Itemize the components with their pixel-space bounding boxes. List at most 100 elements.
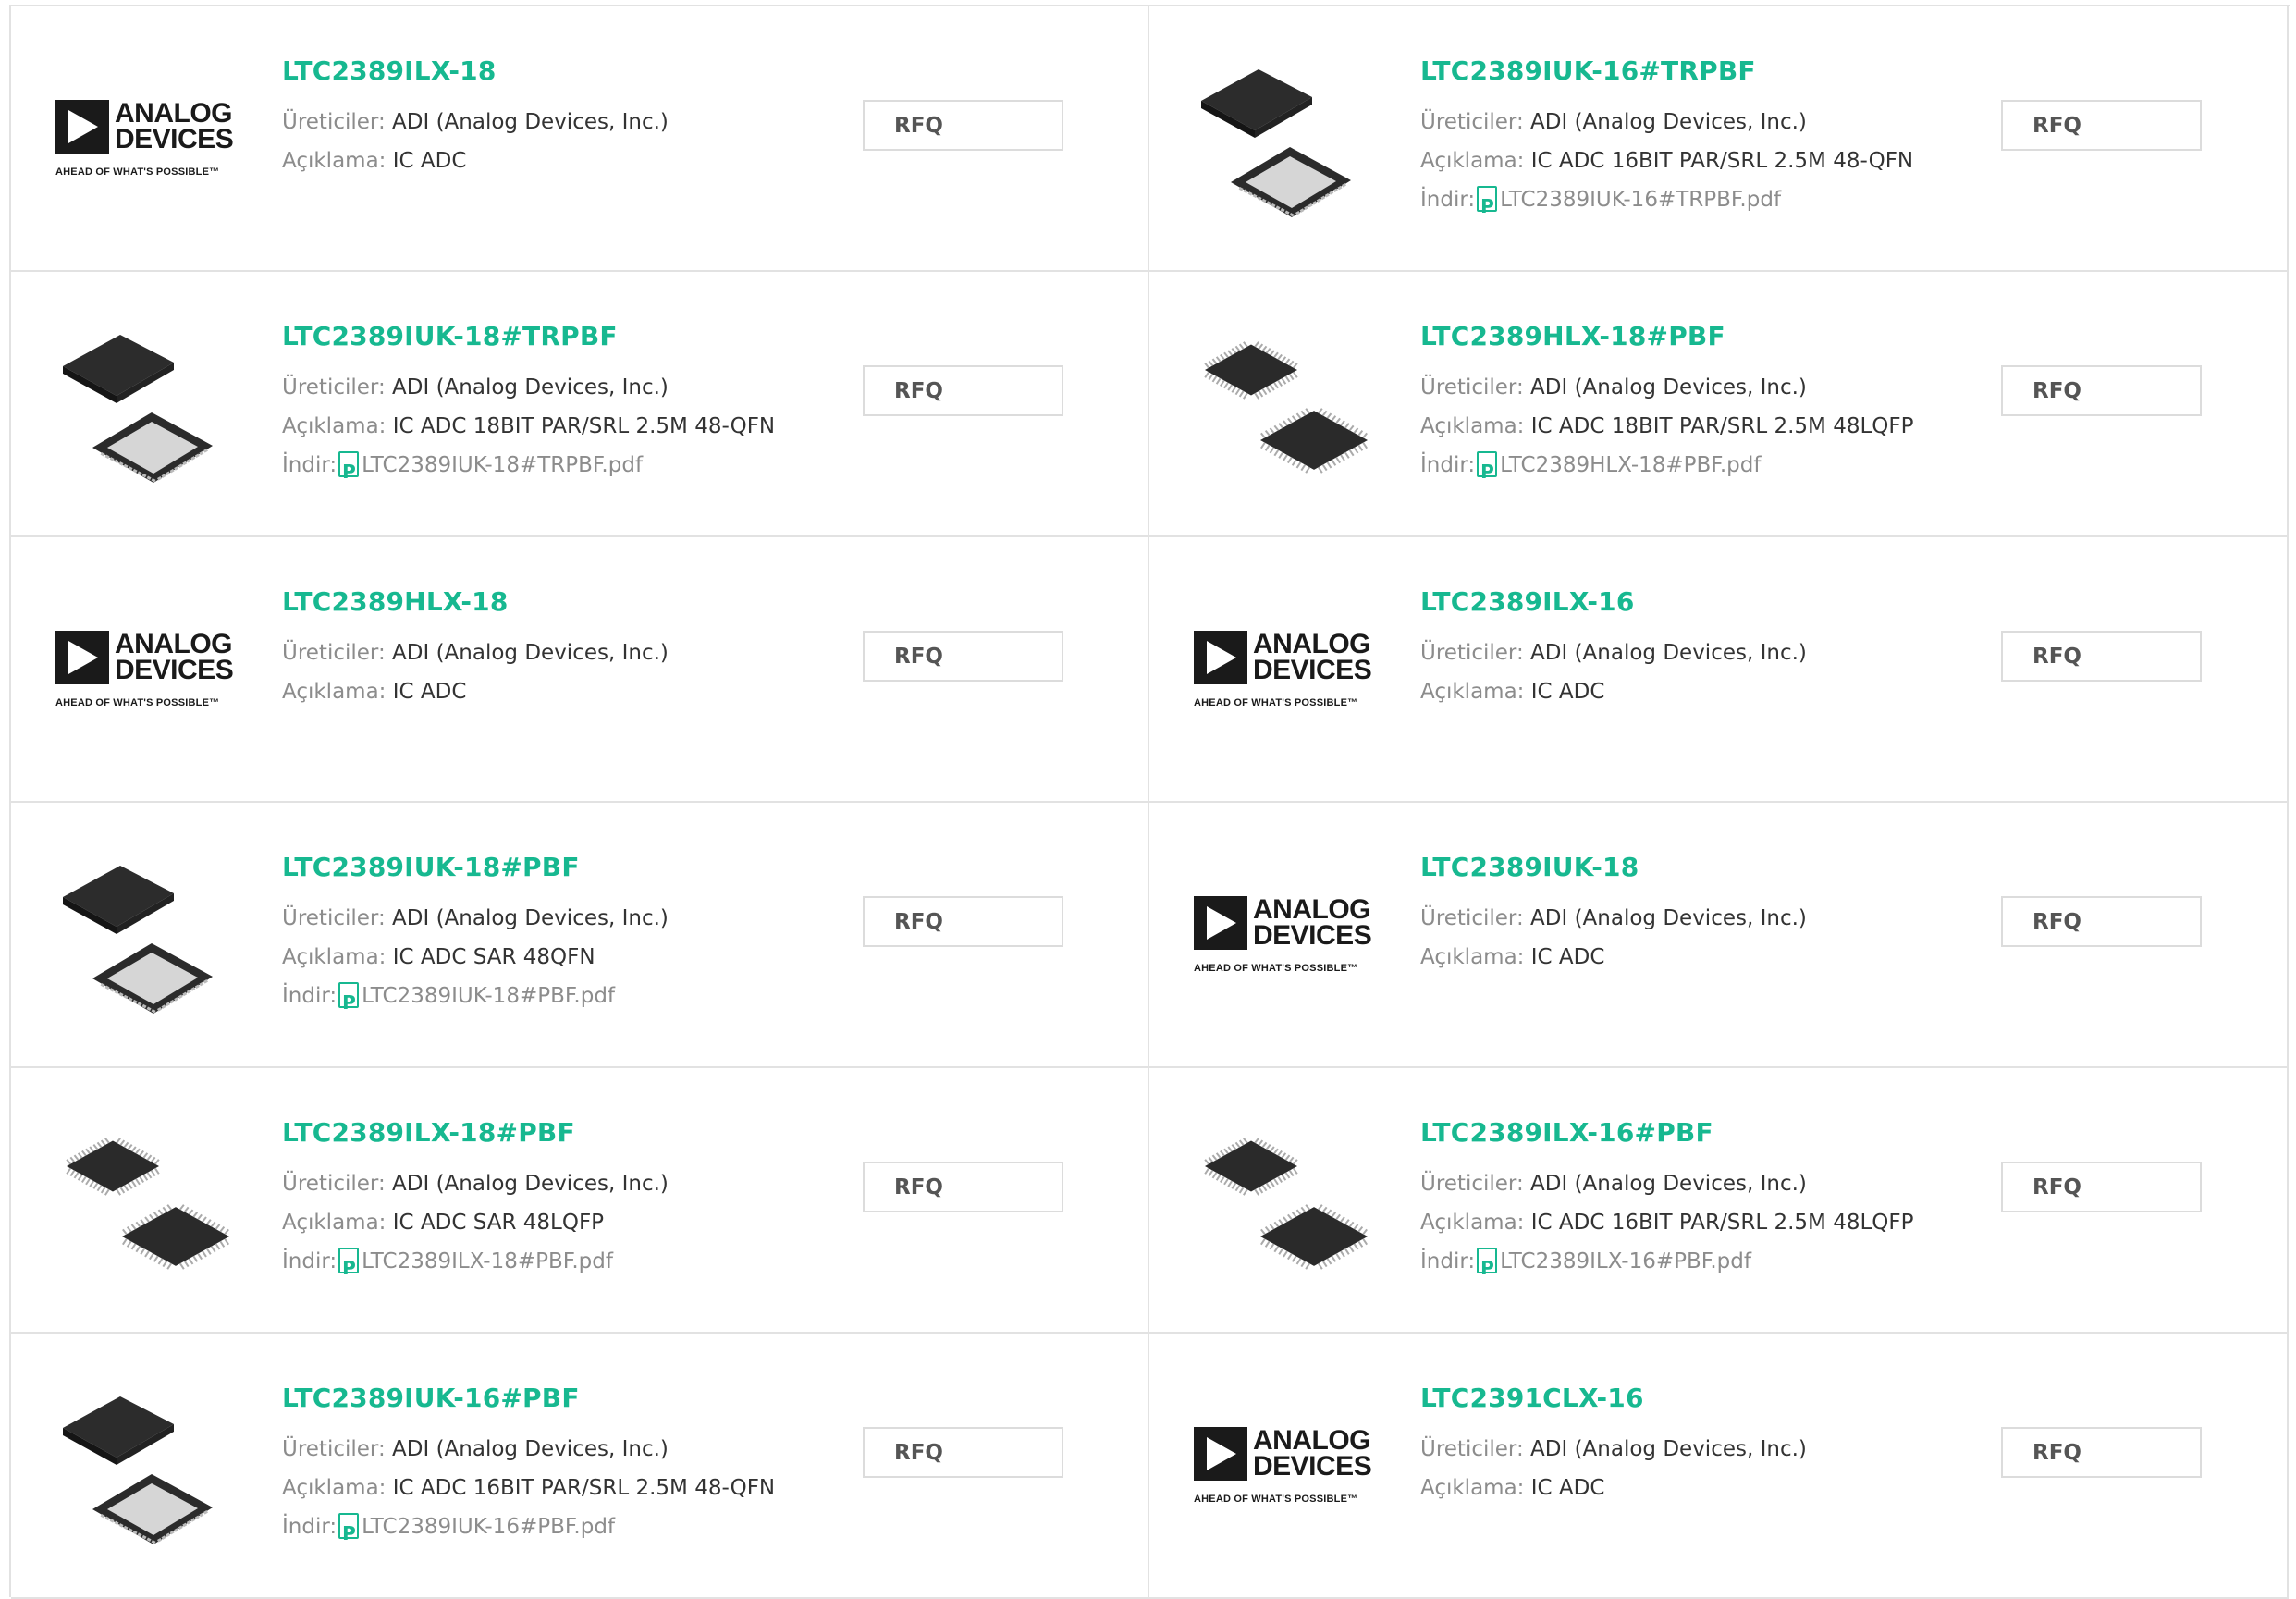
- product-name-link[interactable]: LTC2389HLX-18#PBF: [1420, 322, 1994, 351]
- download-row: İndir: LTC2389ILX-16#PBF.pdf: [1420, 1242, 1994, 1287]
- product-image[interactable]: [1194, 1105, 1383, 1295]
- rfq-button[interactable]: RFQ: [863, 1427, 1063, 1478]
- product-name-link[interactable]: LTC2389HLX-18: [282, 587, 855, 617]
- lqfp-chip-icon: [66, 1138, 229, 1270]
- manufacturer-row: Üreticiler: ADI (Analog Devices, Inc.): [1420, 1430, 1994, 1469]
- description-label: Açıklama:: [1420, 149, 1525, 173]
- product-name-link[interactable]: LTC2389IUK-16#PBF: [282, 1384, 855, 1413]
- datasheet-link[interactable]: LTC2389IUK-16#PBF.pdf: [362, 1515, 615, 1539]
- product-image[interactable]: ANALOG DEVICES AHEAD OF WHAT'S POSSIBLE™: [1194, 1371, 1383, 1560]
- manufacturer-label: Üreticiler:: [282, 1437, 386, 1461]
- product-image[interactable]: [55, 1371, 245, 1560]
- logo-line2: DEVICES: [1253, 1450, 1372, 1482]
- manufacturer-label: Üreticiler:: [282, 641, 386, 665]
- datasheet-link[interactable]: LTC2389ILX-18#PBF.pdf: [362, 1249, 613, 1273]
- logo-tagline: AHEAD OF WHAT'S POSSIBLE™: [55, 166, 220, 178]
- product-info: LTC2389IUK-16#PBF Üreticiler: ADI (Analo…: [282, 1384, 855, 1554]
- product-image[interactable]: [1194, 309, 1383, 498]
- manufacturer-value: ADI (Analog Devices, Inc.): [392, 906, 669, 930]
- description-value: IC ADC SAR 48LQFP: [392, 1211, 605, 1235]
- product-name-link[interactable]: LTC2391CLX-16: [1420, 1384, 1994, 1413]
- product-name-link[interactable]: LTC2389IUK-18: [1420, 853, 1994, 882]
- manufacturer-row: Üreticiler: ADI (Analog Devices, Inc.): [1420, 1164, 1994, 1203]
- download-label: İndir:: [1420, 188, 1476, 212]
- datasheet-link[interactable]: LTC2389ILX-16#PBF.pdf: [1500, 1249, 1751, 1273]
- description-label: Açıklama:: [282, 945, 387, 969]
- product-image[interactable]: ANALOG DEVICES AHEAD OF WHAT'S POSSIBLE™: [1194, 840, 1383, 1029]
- lqfp-chip-icon: [1204, 1138, 1368, 1270]
- pdf-icon[interactable]: [338, 982, 360, 1022]
- product-image[interactable]: [55, 840, 245, 1029]
- product-card: LTC2389ILX-16#PBF Üreticiler: ADI (Analo…: [1149, 1068, 2289, 1334]
- download-label: İndir:: [1420, 453, 1476, 477]
- product-name-link[interactable]: LTC2389IUK-18#TRPBF: [282, 322, 855, 351]
- product-name-link[interactable]: LTC2389ILX-18: [282, 56, 855, 86]
- rfq-button[interactable]: RFQ: [2001, 631, 2202, 682]
- rfq-button[interactable]: RFQ: [863, 100, 1063, 151]
- pdf-icon[interactable]: [338, 451, 360, 491]
- manufacturer-value: ADI (Analog Devices, Inc.): [1530, 110, 1807, 134]
- download-label: İndir:: [282, 1515, 338, 1539]
- description-label: Açıklama:: [1420, 414, 1525, 438]
- manufacturer-label: Üreticiler:: [1420, 641, 1524, 665]
- product-image[interactable]: ANALOG DEVICES AHEAD OF WHAT'S POSSIBLE™: [1194, 574, 1383, 764]
- rfq-button[interactable]: RFQ: [2001, 896, 2202, 947]
- rfq-button[interactable]: RFQ: [2001, 100, 2202, 151]
- logo-line1: ANALOG: [1253, 1424, 1371, 1456]
- product-image[interactable]: [55, 309, 245, 498]
- product-image[interactable]: [1194, 43, 1383, 233]
- product-card: LTC2389IUK-16#TRPBF Üreticiler: ADI (Ana…: [1149, 6, 2289, 272]
- manufacturer-row: Üreticiler: ADI (Analog Devices, Inc.): [1420, 103, 1994, 141]
- datasheet-link[interactable]: LTC2389HLX-18#PBF.pdf: [1500, 453, 1761, 477]
- datasheet-link[interactable]: LTC2389IUK-18#TRPBF.pdf: [362, 453, 643, 477]
- product-image[interactable]: [55, 1105, 245, 1295]
- product-name-link[interactable]: LTC2389ILX-16: [1420, 587, 1994, 617]
- manufacturer-value: ADI (Analog Devices, Inc.): [1530, 1172, 1807, 1196]
- product-card: ANALOG DEVICES AHEAD OF WHAT'S POSSIBLE™…: [11, 6, 1149, 272]
- description-row: Açıklama: IC ADC: [1420, 938, 1994, 977]
- product-info: LTC2389IUK-18#PBF Üreticiler: ADI (Analo…: [282, 853, 855, 1023]
- logo-line1: ANALOG: [1253, 628, 1371, 659]
- description-row: Açıklama: IC ADC SAR 48LQFP: [282, 1203, 855, 1242]
- rfq-button[interactable]: RFQ: [863, 896, 1063, 947]
- description-label: Açıklama:: [282, 1476, 387, 1500]
- product-info: LTC2389ILX-16 Üreticiler: ADI (Analog De…: [1420, 587, 1994, 711]
- datasheet-link[interactable]: LTC2389IUK-16#TRPBF.pdf: [1500, 188, 1781, 212]
- product-name-link[interactable]: LTC2389IUK-16#TRPBF: [1420, 56, 1994, 86]
- rfq-button[interactable]: RFQ: [863, 365, 1063, 416]
- rfq-button[interactable]: RFQ: [2001, 1427, 2202, 1478]
- description-label: Açıklama:: [1420, 1476, 1525, 1500]
- rfq-button[interactable]: RFQ: [863, 631, 1063, 682]
- pdf-icon[interactable]: [1477, 1248, 1498, 1287]
- product-image[interactable]: ANALOG DEVICES AHEAD OF WHAT'S POSSIBLE™: [55, 574, 245, 764]
- pdf-icon[interactable]: [338, 1248, 360, 1287]
- product-name-link[interactable]: LTC2389ILX-18#PBF: [282, 1118, 855, 1148]
- product-image[interactable]: ANALOG DEVICES AHEAD OF WHAT'S POSSIBLE™: [55, 43, 245, 233]
- pdf-icon[interactable]: [1477, 451, 1498, 491]
- description-value: IC ADC: [1530, 680, 1605, 704]
- manufacturer-label: Üreticiler:: [1420, 375, 1524, 400]
- manufacturer-label: Üreticiler:: [1420, 110, 1524, 134]
- rfq-button[interactable]: RFQ: [2001, 1162, 2202, 1212]
- manufacturer-label: Üreticiler:: [282, 1172, 386, 1196]
- product-name-link[interactable]: LTC2389ILX-16#PBF: [1420, 1118, 1994, 1148]
- rfq-button[interactable]: RFQ: [863, 1162, 1063, 1212]
- pdf-icon[interactable]: [1477, 186, 1498, 226]
- product-card: ANALOG DEVICES AHEAD OF WHAT'S POSSIBLE™…: [1149, 803, 2289, 1068]
- play-triangle-icon: [55, 99, 109, 154]
- manufacturer-row: Üreticiler: ADI (Analog Devices, Inc.): [1420, 633, 1994, 672]
- description-value: IC ADC 18BIT PAR/SRL 2.5M 48-QFN: [392, 414, 776, 438]
- datasheet-link[interactable]: LTC2389IUK-18#PBF.pdf: [362, 984, 615, 1008]
- description-label: Açıklama:: [1420, 1211, 1525, 1235]
- manufacturer-row: Üreticiler: ADI (Analog Devices, Inc.): [1420, 899, 1994, 938]
- rfq-button[interactable]: RFQ: [2001, 365, 2202, 416]
- logo-line2: DEVICES: [1253, 654, 1372, 685]
- analog-devices-logo: ANALOG DEVICES AHEAD OF WHAT'S POSSIBLE™: [1194, 628, 1383, 708]
- product-name-link[interactable]: LTC2389IUK-18#PBF: [282, 853, 855, 882]
- manufacturer-value: ADI (Analog Devices, Inc.): [392, 1437, 669, 1461]
- pdf-icon[interactable]: [338, 1513, 360, 1553]
- logo-line2: DEVICES: [115, 123, 234, 154]
- analog-devices-logo: ANALOG DEVICES AHEAD OF WHAT'S POSSIBLE™: [55, 99, 245, 178]
- product-card: LTC2389HLX-18#PBF Üreticiler: ADI (Analo…: [1149, 272, 2289, 537]
- manufacturer-value: ADI (Analog Devices, Inc.): [1530, 375, 1807, 400]
